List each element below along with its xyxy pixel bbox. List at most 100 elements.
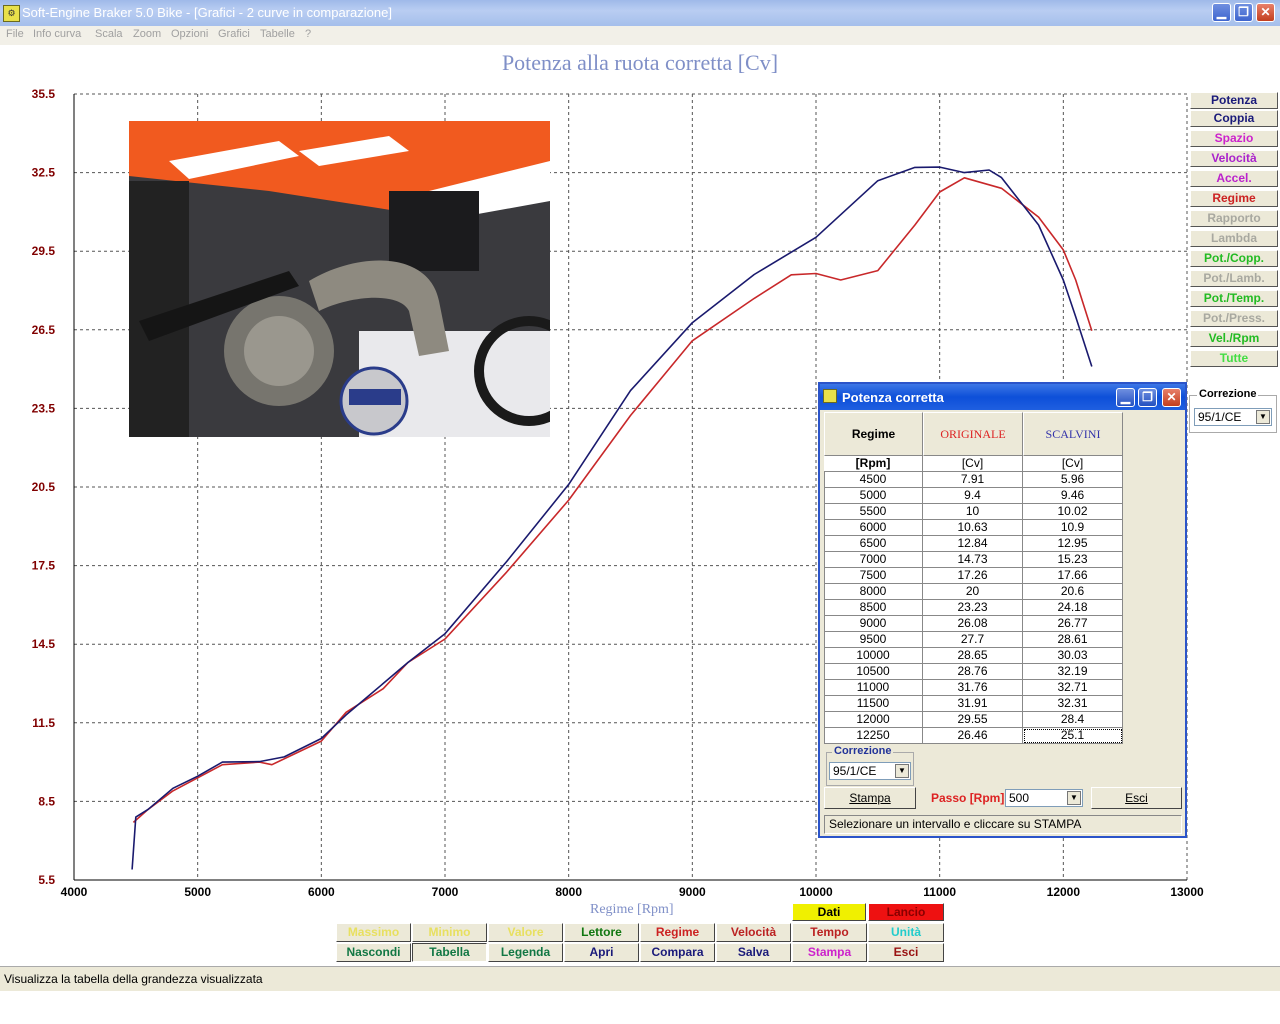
compara-button[interactable]: Compara bbox=[640, 943, 715, 962]
dati-button[interactable]: Dati bbox=[792, 903, 866, 921]
vel-rpm-button[interactable]: Vel./Rpm bbox=[1190, 330, 1278, 347]
lancio-button[interactable]: Lancio bbox=[868, 903, 944, 921]
stampa-bottom-button[interactable]: Stampa bbox=[792, 943, 867, 962]
chevron-down-icon[interactable]: ▼ bbox=[1067, 791, 1081, 805]
velocita-bottom-button[interactable]: Velocità bbox=[716, 923, 791, 942]
vel-rpm-label: Vel./Rpm bbox=[1208, 331, 1260, 345]
table-cell[interactable]: 7000 bbox=[824, 552, 923, 568]
table-cell[interactable]: 11500 bbox=[824, 696, 923, 712]
esci-button[interactable]: Esci bbox=[1091, 787, 1182, 809]
table-cell[interactable]: 5000 bbox=[824, 488, 923, 504]
table-cell[interactable]: 6500 bbox=[824, 536, 923, 552]
table-cell[interactable]: 10.63 bbox=[923, 520, 1023, 536]
table-cell[interactable]: 28.4 bbox=[1023, 712, 1123, 728]
esci-bottom-button[interactable]: Esci bbox=[868, 943, 944, 962]
table-cell[interactable]: 28.61 bbox=[1023, 632, 1123, 648]
stampa-button[interactable]: Stampa bbox=[824, 787, 916, 809]
table-cell[interactable]: 17.66 bbox=[1023, 568, 1123, 584]
table-cell[interactable]: 32.71 bbox=[1023, 680, 1123, 696]
regime-bottom-button[interactable]: Regime bbox=[640, 923, 715, 942]
table-cell[interactable]: 20.6 bbox=[1023, 584, 1123, 600]
regime-button[interactable]: Regime bbox=[1190, 190, 1278, 207]
dialog-titlebar[interactable]: Potenza corretta ▁ ❐ ✕ bbox=[820, 384, 1185, 410]
table-cell[interactable]: 26.08 bbox=[923, 616, 1023, 632]
table-cell[interactable]: 9000 bbox=[824, 616, 923, 632]
table-cell[interactable]: 25.1 bbox=[1023, 728, 1123, 744]
table-cell[interactable]: 6000 bbox=[824, 520, 923, 536]
header-originale[interactable]: ORIGINALE bbox=[923, 412, 1023, 456]
salva-button[interactable]: Salva bbox=[716, 943, 791, 962]
minimo-button[interactable]: Minimo bbox=[412, 923, 487, 942]
stampa-bottom-label: Stampa bbox=[807, 945, 852, 959]
table-cell[interactable]: 15.23 bbox=[1023, 552, 1123, 568]
table-cell[interactable]: 27.7 bbox=[923, 632, 1023, 648]
table-cell[interactable]: 12.84 bbox=[923, 536, 1023, 552]
table-cell[interactable]: 9.4 bbox=[923, 488, 1023, 504]
correzione-select[interactable]: 95/1/CE ▼ bbox=[1194, 408, 1272, 426]
table-cell[interactable]: 8000 bbox=[824, 584, 923, 600]
massimo-button[interactable]: Massimo bbox=[336, 923, 411, 942]
table-cell[interactable]: 32.31 bbox=[1023, 696, 1123, 712]
table-cell[interactable]: 26.46 bbox=[923, 728, 1023, 744]
table-cell[interactable]: 31.76 bbox=[923, 680, 1023, 696]
dialog-maximize-icon[interactable]: ❐ bbox=[1138, 388, 1157, 407]
table-cell[interactable]: 9500 bbox=[824, 632, 923, 648]
legenda-button[interactable]: Legenda bbox=[488, 943, 563, 962]
passo-select[interactable]: 500 ▼ bbox=[1005, 789, 1083, 807]
valore-medio-button[interactable]: Valore medio bbox=[488, 923, 563, 956]
table-cell[interactable]: 12000 bbox=[824, 712, 923, 728]
table-cell[interactable]: 9.46 bbox=[1023, 488, 1123, 504]
apri-button[interactable]: Apri bbox=[564, 943, 639, 962]
table-cell[interactable]: 31.91 bbox=[923, 696, 1023, 712]
chevron-down-icon[interactable]: ▼ bbox=[895, 764, 909, 778]
table-cell[interactable]: 11000 bbox=[824, 680, 923, 696]
pot-copp-button[interactable]: Pot./Copp. bbox=[1190, 250, 1278, 267]
lambda-button[interactable]: Lambda bbox=[1190, 230, 1278, 247]
table-cell[interactable]: 5.96 bbox=[1023, 472, 1123, 488]
header-scalvini[interactable]: SCALVINI bbox=[1023, 412, 1123, 456]
lettore-button[interactable]: Lettore bbox=[564, 923, 639, 942]
tabella-button[interactable]: Tabella bbox=[412, 943, 487, 962]
rapporto-button[interactable]: Rapporto bbox=[1190, 210, 1278, 227]
table-cell[interactable]: 23.23 bbox=[923, 600, 1023, 616]
accel-button[interactable]: Accel. bbox=[1190, 170, 1278, 187]
dialog-close-icon[interactable]: ✕ bbox=[1162, 388, 1181, 407]
table-cell[interactable]: 4500 bbox=[824, 472, 923, 488]
unita-button[interactable]: Unità bbox=[868, 923, 944, 942]
velocita-button[interactable]: Velocità bbox=[1190, 150, 1278, 167]
pot-temp-button[interactable]: Pot./Temp. bbox=[1190, 290, 1278, 307]
table-cell[interactable]: 20 bbox=[923, 584, 1023, 600]
spazio-button[interactable]: Spazio bbox=[1190, 130, 1278, 147]
table-cell[interactable]: 30.03 bbox=[1023, 648, 1123, 664]
tutte-button[interactable]: Tutte bbox=[1190, 350, 1278, 367]
table-cell[interactable]: 10500 bbox=[824, 664, 923, 680]
table-cell[interactable]: 32.19 bbox=[1023, 664, 1123, 680]
header-regime[interactable]: Regime bbox=[824, 412, 923, 456]
table-cell[interactable]: 8500 bbox=[824, 600, 923, 616]
table-cell[interactable]: 10000 bbox=[824, 648, 923, 664]
table-cell[interactable]: 28.76 bbox=[923, 664, 1023, 680]
table-cell[interactable]: 10.02 bbox=[1023, 504, 1123, 520]
dialog-minimize-icon[interactable]: ▁ bbox=[1116, 388, 1135, 407]
dialog-correzione-select[interactable]: 95/1/CE ▼ bbox=[829, 762, 911, 780]
table-cell[interactable]: 7.91 bbox=[923, 472, 1023, 488]
table-cell[interactable]: 24.18 bbox=[1023, 600, 1123, 616]
tempo-button[interactable]: Tempo bbox=[792, 923, 867, 942]
potenza-button[interactable]: Potenza bbox=[1190, 92, 1278, 109]
coppia-button[interactable]: Coppia bbox=[1190, 110, 1278, 127]
table-cell[interactable]: 14.73 bbox=[923, 552, 1023, 568]
table-cell[interactable]: 26.77 bbox=[1023, 616, 1123, 632]
table-cell[interactable]: 10.9 bbox=[1023, 520, 1123, 536]
table-cell[interactable]: 12.95 bbox=[1023, 536, 1123, 552]
table-cell[interactable]: 29.55 bbox=[923, 712, 1023, 728]
chevron-down-icon[interactable]: ▼ bbox=[1256, 410, 1270, 424]
table-cell[interactable]: 12250 bbox=[824, 728, 923, 744]
table-cell[interactable]: 7500 bbox=[824, 568, 923, 584]
table-cell[interactable]: 10 bbox=[923, 504, 1023, 520]
pot-lamb-button[interactable]: Pot./Lamb. bbox=[1190, 270, 1278, 287]
nascondi-button[interactable]: Nascondi bbox=[336, 943, 411, 962]
pot-press-button[interactable]: Pot./Press. bbox=[1190, 310, 1278, 327]
table-cell[interactable]: 28.65 bbox=[923, 648, 1023, 664]
table-cell[interactable]: 5500 bbox=[824, 504, 923, 520]
table-cell[interactable]: 17.26 bbox=[923, 568, 1023, 584]
